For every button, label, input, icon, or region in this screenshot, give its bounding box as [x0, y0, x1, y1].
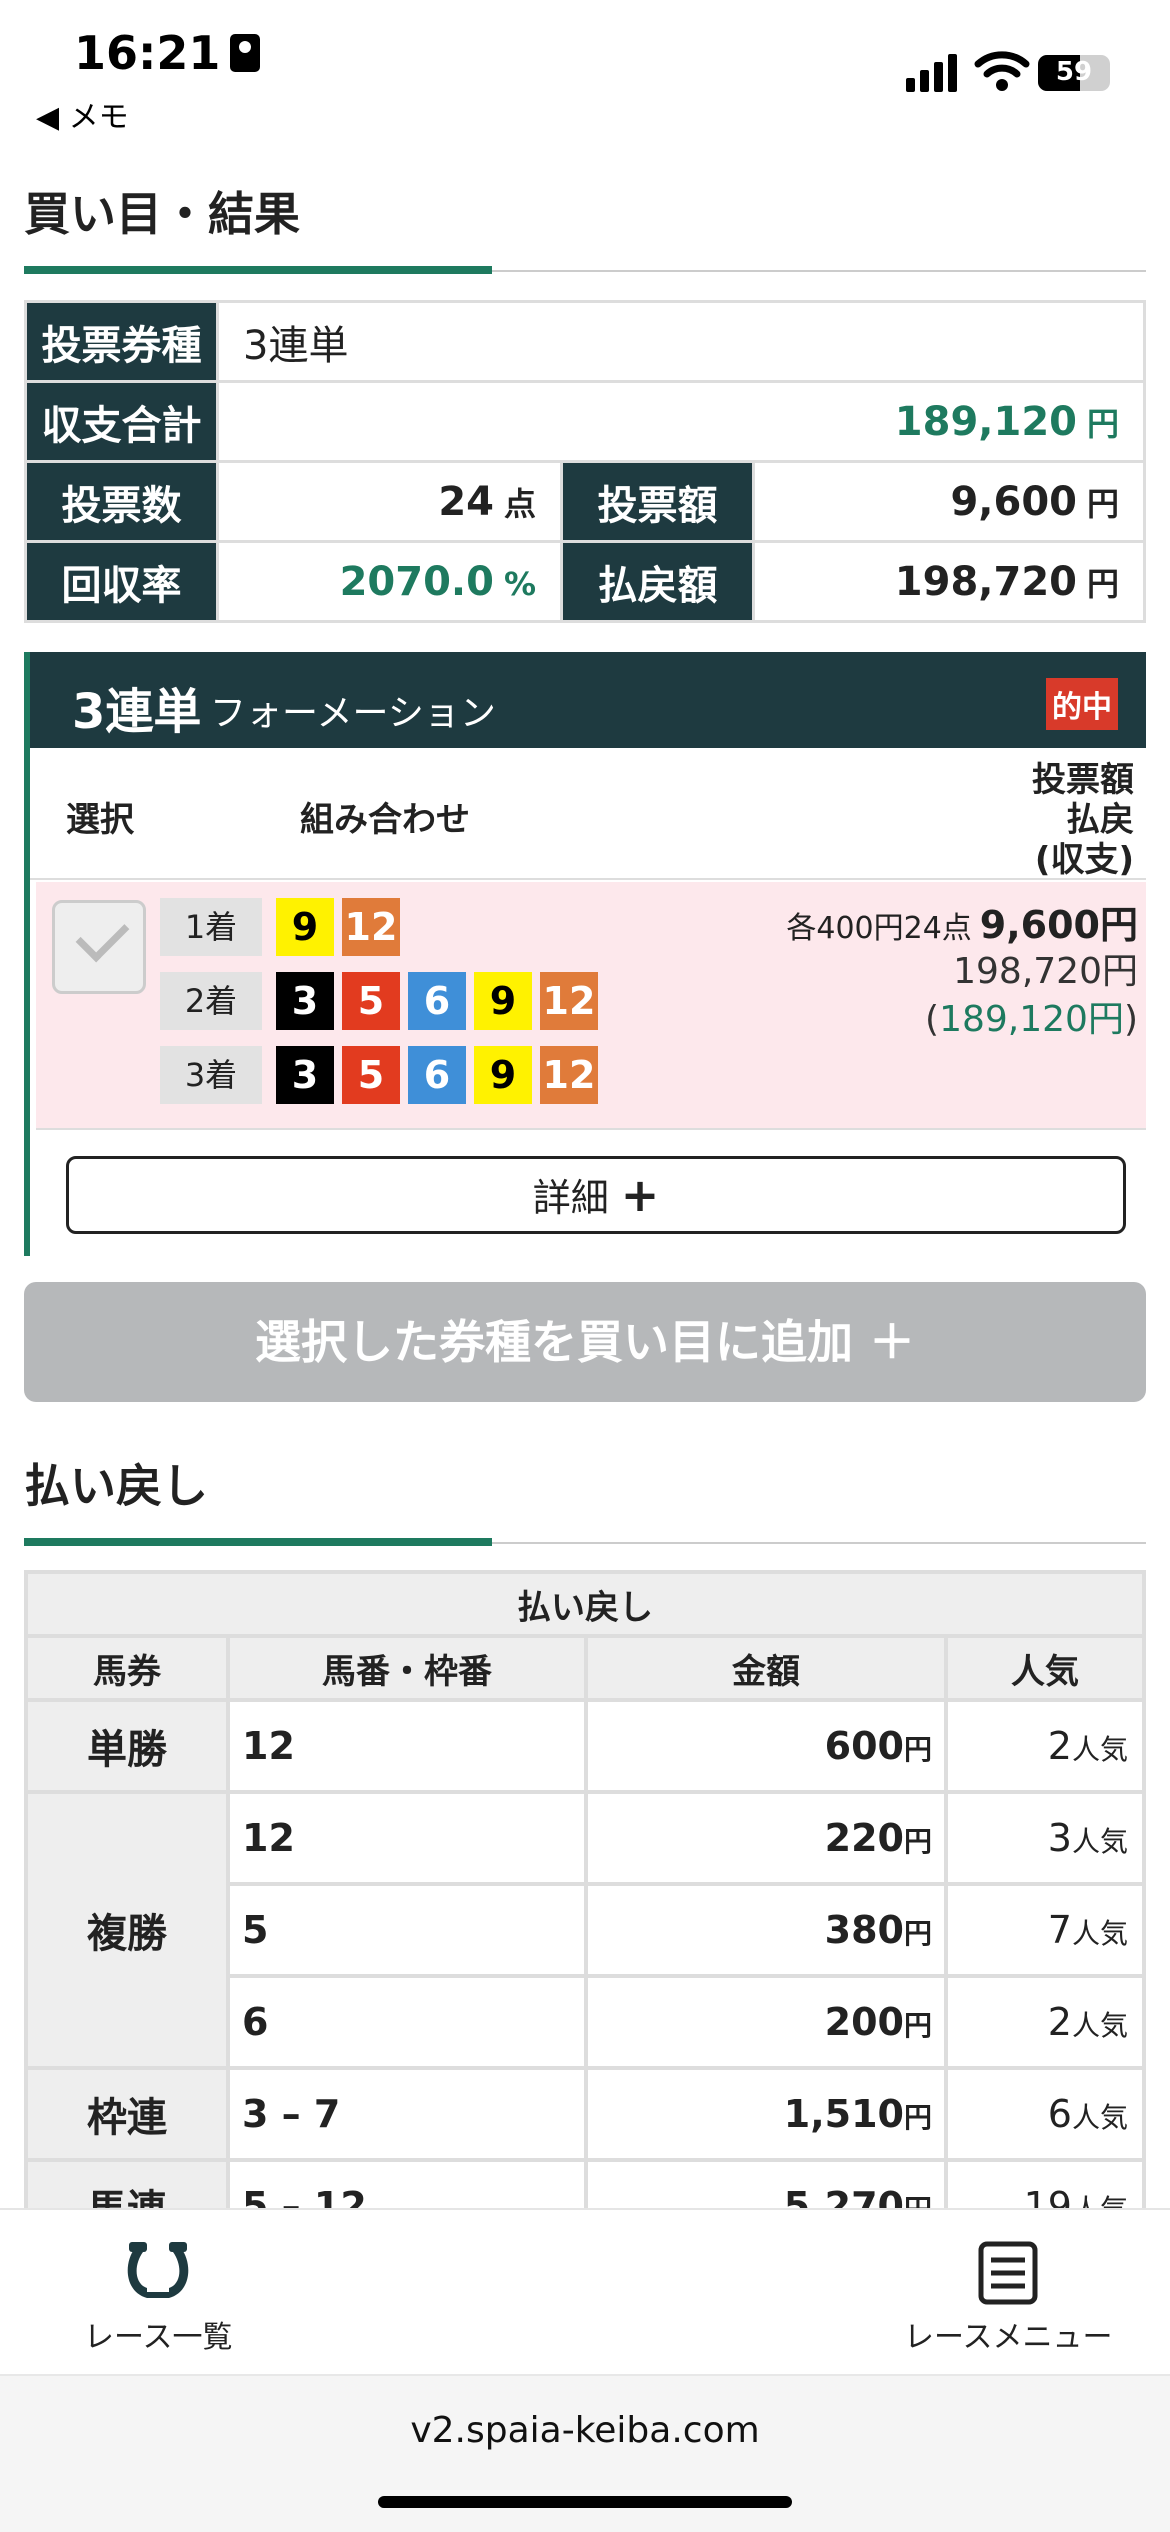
url-text[interactable]: v2.spaia-keiba.com [0, 2410, 1170, 2451]
section-divider [24, 266, 1146, 274]
bottom-tab-bar: レース一覧 レースメニュー [0, 2208, 1170, 2374]
place-3: 3着 [160, 1046, 262, 1104]
bet-column-headers: 選択 組み合わせ 投票額 払戻 (収支) [30, 748, 1146, 880]
col-ticket: 馬券 [24, 1634, 230, 1702]
menu-document-icon [978, 2241, 1038, 2305]
col-amount: 金額 [584, 1634, 948, 1702]
contact-card-icon [230, 34, 261, 72]
bet-amount-label: 投票額 [560, 460, 755, 543]
col-amount: 投票額 払戻 (収支) [1032, 760, 1134, 880]
status-time: 16:21 [74, 26, 261, 80]
horse-number: 6 [408, 1046, 466, 1104]
detail-button[interactable]: 詳細 + [66, 1156, 1126, 1234]
horse-number: 9 [474, 1046, 532, 1104]
bet-kind: 3連単 [72, 684, 202, 740]
rate-value: 2070.0% [216, 540, 563, 623]
horse-combination: 12 [226, 1790, 588, 1886]
wifi-icon [974, 51, 1030, 91]
status-bar: 16:21 ◀ メモ 59 [0, 0, 1170, 140]
place-1: 1着 [160, 898, 262, 956]
hit-badge: 的中 [1046, 678, 1118, 730]
horse-combination: 5 [226, 1882, 588, 1978]
col-popularity: 人気 [944, 1634, 1146, 1702]
summary-table: 投票券種 3連単 収支合計 189,120 円 投票数 24 点 投票額 9,600… [24, 300, 1146, 623]
payout-amount: 200円 [584, 1974, 948, 2070]
popularity: 7人気 [944, 1882, 1146, 1978]
horse-combination: 6 [226, 1974, 588, 2070]
section-title-payout: 払い戻し [24, 1459, 208, 1513]
horse-combination: 3 – 7 [226, 2066, 588, 2162]
horse-number: 5 [342, 972, 400, 1030]
payout-amount: 380円 [584, 1882, 948, 1978]
col-horse-number: 馬番・枠番 [226, 1634, 588, 1702]
bet-card: 3連単 フォーメーション 的中 選択 組み合わせ 投票額 払戻 (収支) 1着 … [24, 652, 1146, 1256]
tab-label: レースメニュー [904, 2320, 1113, 2355]
table-row: 複勝 12 220円 3人気 [24, 1790, 1146, 2070]
table-row: 単勝 12 600円 2人気 [24, 1698, 1146, 1794]
place-2: 2着 [160, 972, 262, 1030]
horse-number: 3 [276, 1046, 334, 1104]
bet-row: 1着 9 12 2着 3 5 6 9 12 3着 3 5 6 9 12 各400… [36, 882, 1146, 1130]
tab-label: レース一覧 [84, 2320, 233, 2355]
horse-number: 12 [342, 898, 400, 956]
payout-amount: 600円 [584, 1698, 948, 1794]
bet-total: 各400円24点 9,600円 [786, 903, 1138, 947]
horse-number: 5 [342, 1046, 400, 1104]
horse-number: 6 [408, 972, 466, 1030]
horse-number: 9 [276, 898, 334, 956]
horseshoe-icon [127, 2242, 189, 2298]
type-label: 投票券種 [24, 300, 219, 383]
count-label: 投票数 [24, 460, 219, 543]
select-checkbox[interactable] [52, 900, 146, 994]
bet-payout: 198,720円 [953, 951, 1138, 992]
back-to-memo-link[interactable]: ◀ メモ [36, 92, 129, 136]
total-label: 収支合計 [24, 380, 219, 463]
table-row: 枠連 3 – 7 1,510円 6人気 [24, 2066, 1146, 2162]
popularity: 6人気 [944, 2066, 1146, 2162]
total-value: 189,120 円 [216, 380, 1146, 463]
section-title-bets: 買い目・結果 [24, 187, 300, 241]
payout-amount: 1,510円 [584, 2066, 948, 2162]
horse-number: 12 [540, 1046, 598, 1104]
horse-number: 3 [276, 972, 334, 1030]
horse-combination: 12 [226, 1698, 588, 1794]
plus-icon: + [620, 1168, 660, 1222]
col-combination: 組み合わせ [300, 800, 470, 840]
payout-label: 払戻額 [560, 540, 755, 623]
ticket-type: 枠連 [24, 2066, 230, 2162]
payout-amount: 220円 [584, 1790, 948, 1886]
bet-amount-value: 9,600 円 [752, 460, 1146, 543]
cellular-signal-icon [906, 52, 958, 92]
tab-race-list[interactable]: レース一覧 [84, 2240, 233, 2356]
bet-profit: (189,120円) [925, 999, 1138, 1040]
count-value: 24 点 [216, 460, 563, 543]
bet-card-header: 3連単 フォーメーション 的中 [30, 652, 1146, 748]
horse-number: 12 [540, 972, 598, 1030]
type-value: 3連単 [216, 300, 1146, 383]
horse-number: 9 [474, 972, 532, 1030]
battery-level: 59 [1055, 57, 1093, 87]
payout-table: 払い戻し 馬券 馬番・枠番 金額 人気 単勝 12 600円 2人気 複勝 12… [24, 1570, 1146, 2254]
browser-address-bar: v2.spaia-keiba.com [0, 2374, 1170, 2532]
bet-method: フォーメーション [210, 693, 496, 734]
popularity: 2人気 [944, 1974, 1146, 2070]
payout-value: 198,720 円 [752, 540, 1146, 623]
tab-race-menu[interactable]: レースメニュー [904, 2240, 1113, 2356]
battery-icon: 59 [1038, 55, 1110, 91]
payout-table-title: 払い戻し [24, 1570, 1146, 1638]
home-indicator[interactable] [378, 2496, 792, 2508]
section-divider [24, 1538, 1146, 1546]
add-to-bets-button[interactable]: 選択した券種を買い目に追加 ＋ [24, 1282, 1146, 1402]
ticket-type: 複勝 [24, 1790, 230, 2070]
popularity: 2人気 [944, 1698, 1146, 1794]
col-select: 選択 [66, 800, 134, 840]
rate-label: 回収率 [24, 540, 219, 623]
ticket-type: 単勝 [24, 1698, 230, 1794]
popularity: 3人気 [944, 1790, 1146, 1886]
